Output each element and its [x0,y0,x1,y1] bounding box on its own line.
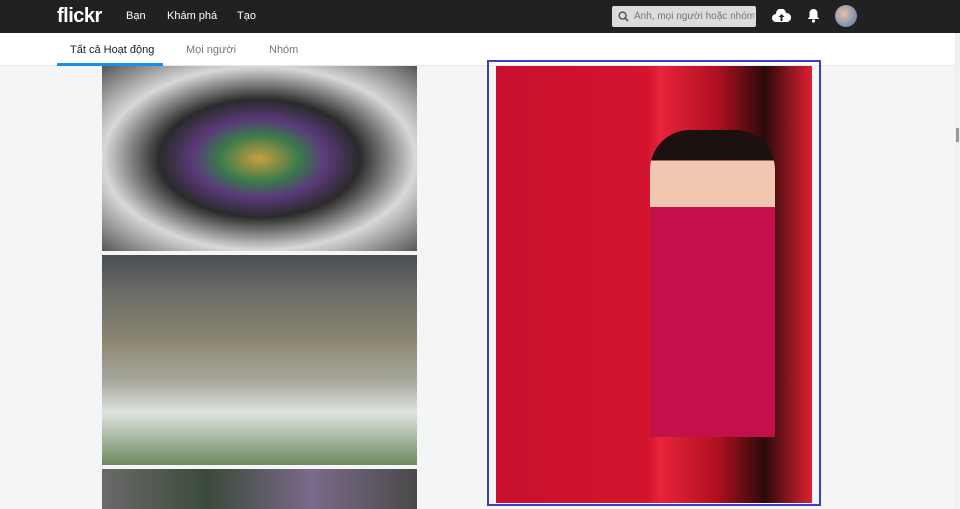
search-box[interactable] [612,6,756,27]
flickr-logo[interactable]: flickr [57,5,102,28]
scrollbar[interactable] [955,33,960,509]
user-avatar[interactable] [835,5,857,27]
tab-groups[interactable]: Nhóm [269,44,298,56]
photo-subject [650,130,775,437]
search-icon [618,11,629,22]
upload-icon[interactable] [772,9,791,23]
notifications-bell-icon[interactable] [807,8,820,23]
feed-photo-2[interactable] [102,255,417,465]
tab-all-activity[interactable]: Tất cả Hoạt động [70,44,154,56]
feed-photo-1[interactable] [102,66,417,251]
nav-create[interactable]: Tạo [237,10,256,22]
tab-people[interactable]: Mọi người [186,44,236,56]
feed-photo-4[interactable] [496,66,812,503]
nav-you[interactable]: Bạn [126,10,146,22]
top-bar: flickr Bạn Khám phá Tạo [0,0,960,33]
feed-photo-3[interactable] [102,469,417,509]
scrollbar-thumb[interactable] [956,128,959,142]
nav-explore[interactable]: Khám phá [167,10,217,22]
search-input[interactable] [634,11,754,22]
